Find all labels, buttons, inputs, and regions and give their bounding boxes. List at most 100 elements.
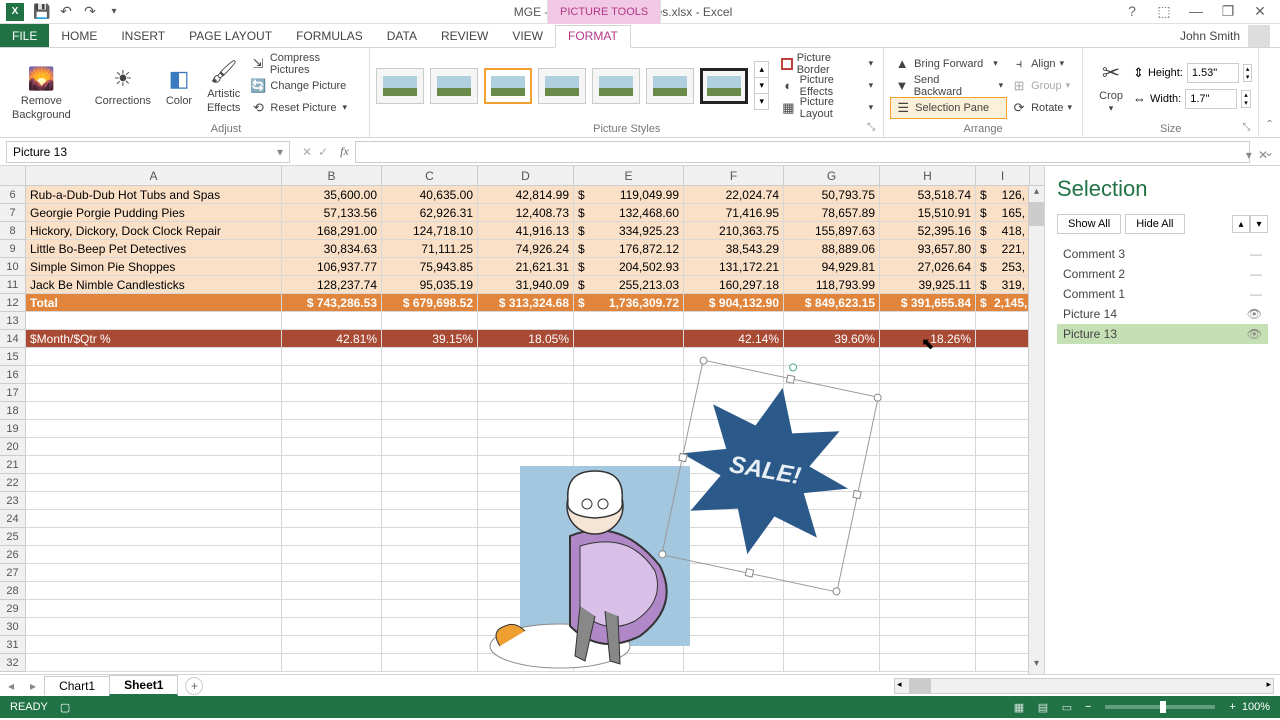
row-header[interactable]: 25 [0, 528, 26, 546]
row-header[interactable]: 32 [0, 654, 26, 672]
cell[interactable] [976, 438, 990, 456]
resize-handle[interactable] [699, 356, 708, 365]
reorder-up-icon[interactable]: ▴ [1232, 215, 1250, 233]
cell[interactable] [282, 348, 382, 366]
resize-handle[interactable] [678, 453, 687, 462]
cell[interactable] [282, 636, 382, 654]
sheet-nav-prev-icon[interactable]: ◂ [0, 679, 22, 693]
row-header[interactable]: 24 [0, 510, 26, 528]
name-box-dropdown-icon[interactable]: ▾ [277, 145, 283, 159]
row-header[interactable]: 16 [0, 366, 26, 384]
cell[interactable]: $ [574, 240, 588, 258]
scroll-up-icon[interactable]: ▴ [1029, 186, 1044, 202]
resize-handle[interactable] [832, 587, 841, 596]
cell[interactable]: $ [976, 204, 990, 222]
tab-data[interactable]: DATA [375, 24, 429, 47]
cell[interactable] [880, 492, 976, 510]
cell[interactable] [976, 420, 990, 438]
compress-pictures-button[interactable]: ⇲Compress Pictures [246, 53, 363, 75]
row-header[interactable]: 21 [0, 456, 26, 474]
cell[interactable] [282, 564, 382, 582]
cell[interactable]: 18.26% [880, 330, 976, 348]
cell[interactable] [990, 528, 1030, 546]
cell[interactable] [282, 600, 382, 618]
picture-border-button[interactable]: Picture Border▾ [777, 53, 877, 75]
bring-forward-button[interactable]: ▲Bring Forward▾ [890, 53, 1007, 75]
cell[interactable] [26, 528, 282, 546]
sheet-tab-sheet1[interactable]: Sheet1 [109, 675, 178, 696]
send-backward-button[interactable]: ▼Send Backward▾ [890, 75, 1007, 97]
cell[interactable] [976, 312, 990, 330]
cell[interactable]: $ 391,655.84 [880, 294, 976, 312]
cell[interactable] [282, 420, 382, 438]
help-icon[interactable]: ? [1120, 3, 1144, 20]
row-header[interactable]: 23 [0, 492, 26, 510]
cell[interactable] [990, 618, 1030, 636]
sheet-tab-chart1[interactable]: Chart1 [44, 676, 110, 695]
cell[interactable] [990, 510, 1030, 528]
cell[interactable] [382, 420, 478, 438]
picture-layout-button[interactable]: ▦Picture Layout▾ [777, 97, 877, 119]
cell[interactable] [382, 618, 478, 636]
cell[interactable] [976, 366, 990, 384]
cell[interactable] [880, 312, 976, 330]
tab-format[interactable]: FORMAT [555, 25, 631, 48]
zoom-in-icon[interactable]: + [1229, 701, 1235, 713]
cell[interactable]: 88,889.06 [784, 240, 880, 258]
row-header[interactable]: 7 [0, 204, 26, 222]
cell[interactable]: $ 313,324.68 [478, 294, 574, 312]
save-icon[interactable]: 💾 [32, 2, 52, 22]
cell[interactable] [880, 636, 976, 654]
restore-icon[interactable]: ❐ [1216, 3, 1240, 20]
add-sheet-button[interactable]: + [185, 677, 203, 695]
cell[interactable]: $ 904,132.90 [684, 294, 784, 312]
crop-button[interactable]: ✂Crop▾ [1089, 56, 1133, 116]
cell[interactable] [990, 600, 1030, 618]
picture-style-3[interactable] [484, 68, 532, 104]
row-header[interactable]: 28 [0, 582, 26, 600]
cell[interactable] [26, 492, 282, 510]
row-header[interactable]: 12 [0, 294, 26, 312]
cell[interactable] [282, 402, 382, 420]
cell[interactable] [282, 366, 382, 384]
sheet-nav-next-icon[interactable]: ▸ [22, 679, 44, 693]
cell[interactable]: $ [574, 258, 588, 276]
cell[interactable]: 50,793.75 [784, 186, 880, 204]
cell[interactable] [282, 312, 382, 330]
cell[interactable] [976, 474, 990, 492]
hscroll-right-icon[interactable]: ▸ [1266, 679, 1271, 690]
col-header[interactable]: E [574, 166, 684, 185]
row-header[interactable]: 26 [0, 546, 26, 564]
visibility-hidden-icon[interactable]: — [1250, 287, 1262, 301]
cell[interactable]: 210,363.75 [684, 222, 784, 240]
cell[interactable]: 42.81% [282, 330, 382, 348]
picture-style-5[interactable] [592, 68, 640, 104]
cell[interactable] [684, 312, 784, 330]
cell[interactable]: 94,929.81 [784, 258, 880, 276]
cell[interactable] [382, 654, 478, 672]
cell[interactable] [26, 402, 282, 420]
tab-review[interactable]: REVIEW [429, 24, 500, 47]
cell[interactable] [26, 546, 282, 564]
col-header[interactable]: F [684, 166, 784, 185]
cell[interactable]: 221, [990, 240, 1030, 258]
cell[interactable] [574, 312, 588, 330]
selection-item[interactable]: Comment 2— [1057, 264, 1268, 284]
cell[interactable]: 57,133.56 [282, 204, 382, 222]
enter-formula-icon[interactable]: ✓ [318, 145, 328, 159]
cell[interactable]: 176,872.12 [588, 240, 684, 258]
fx-icon[interactable]: fx [340, 144, 349, 159]
col-header[interactable]: C [382, 166, 478, 185]
cell[interactable]: 30,834.63 [282, 240, 382, 258]
rotate-button[interactable]: ⟳Rotate▾ [1007, 97, 1076, 119]
cell[interactable]: 334,925.23 [588, 222, 684, 240]
cell[interactable] [26, 348, 282, 366]
formula-bar[interactable] [355, 141, 1250, 163]
cell[interactable] [880, 654, 976, 672]
cell[interactable] [784, 348, 880, 366]
cell[interactable]: 2,145, [990, 294, 1030, 312]
col-header[interactable]: A [26, 166, 282, 185]
row-header[interactable]: 27 [0, 564, 26, 582]
cell[interactable]: 128,237.74 [282, 276, 382, 294]
cell[interactable]: 93,657.80 [880, 240, 976, 258]
